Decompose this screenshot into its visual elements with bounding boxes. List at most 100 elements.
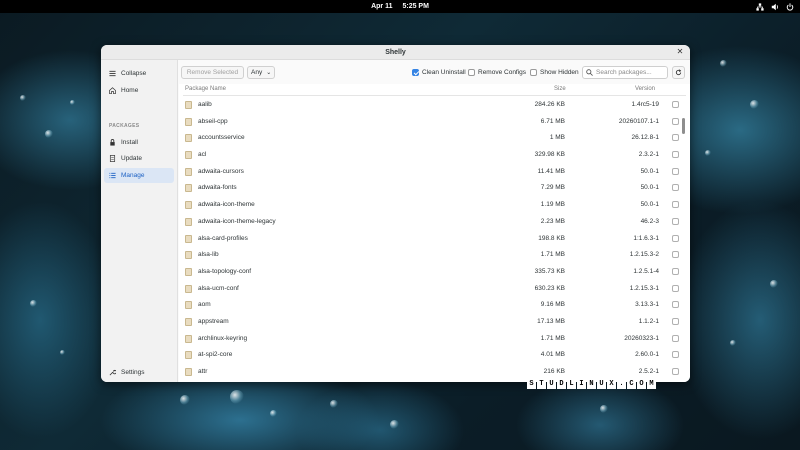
window-title: Shelly (385, 48, 406, 56)
table-row[interactable]: at-spi2-core 4.01 MB 2.60.0-1 (183, 347, 679, 364)
package-icon (185, 101, 192, 109)
row-checkbox[interactable] (672, 251, 679, 259)
system-tray[interactable] (756, 0, 794, 13)
table-header: Package Name Size Version (183, 84, 686, 96)
row-checkbox[interactable] (672, 368, 679, 375)
remove-selected-button[interactable]: Remove Selected (181, 66, 244, 79)
sidebar-item-label: Home (121, 87, 139, 94)
menu-icon (109, 70, 116, 77)
watermark-letter: U (597, 379, 606, 389)
checkbox-label: Remove Configs (478, 69, 527, 76)
table-row[interactable]: alsa-lib 1.71 MB 1.2.15.3-2 (183, 247, 679, 264)
row-checkbox[interactable] (672, 301, 679, 309)
package-icon (185, 217, 192, 226)
table-row[interactable]: appstream 17.13 MB 1.1.2-1 (183, 314, 679, 331)
show-hidden-checkbox[interactable]: Show Hidden (530, 69, 579, 76)
package-version: 1.4rc5-19 (631, 101, 659, 108)
package-size: 7.29 MB (540, 184, 565, 192)
sidebar-item-home[interactable]: Home (104, 83, 174, 98)
table-row[interactable]: alsa-ucm-conf 630.23 KB 1.2.15.3-1 (183, 281, 679, 298)
clock[interactable]: Apr 11 5:25 PM (371, 3, 429, 10)
table-row[interactable]: archlinux-keyring 1.71 MB 20260323-1 (183, 331, 679, 348)
column-header-name[interactable]: Package Name (185, 86, 226, 92)
table-row[interactable]: acl 329.98 KB 2.3.2-1 (183, 147, 679, 164)
filter-dropdown-value: Any (251, 69, 263, 76)
package-icon (185, 267, 192, 276)
package-size: 4.01 MB (540, 351, 565, 359)
package-size: 9.16 MB (540, 301, 565, 309)
package-size: 335.73 KB (534, 267, 565, 275)
row-checkbox[interactable] (672, 334, 679, 342)
row-checkbox[interactable] (672, 317, 679, 325)
row-checkbox[interactable] (672, 217, 679, 225)
package-icon (185, 284, 192, 293)
sidebar-item-settings[interactable]: Settings (104, 365, 174, 380)
main-panel: Remove Selected Any ⌄ Clean Uninstall Re… (179, 60, 690, 382)
title-bar[interactable]: Shelly ✕ (101, 45, 690, 60)
column-header-version[interactable]: Version (635, 86, 655, 92)
checkbox-box[interactable] (468, 69, 475, 76)
row-checkbox[interactable] (672, 267, 679, 275)
row-checkbox[interactable] (672, 351, 679, 359)
volume-icon (771, 3, 778, 10)
table-row[interactable]: aom 9.16 MB 3.13.3-1 (183, 297, 679, 314)
row-checkbox[interactable] (672, 101, 679, 108)
package-version: 1.2.5.1-4 (633, 267, 659, 275)
list-icon (109, 172, 116, 179)
close-icon[interactable]: ✕ (676, 48, 684, 56)
row-checkbox[interactable] (672, 134, 679, 142)
package-version: 46.2-3 (640, 217, 659, 225)
table-body: aalib 284.26 KB 1.4rc5-19 abseil-cpp 6.71 M… (183, 97, 679, 381)
row-checkbox[interactable] (672, 117, 679, 125)
sidebar-item-label: Install (121, 139, 138, 146)
package-version: 3.13.3-1 (635, 301, 659, 309)
row-checkbox[interactable] (672, 184, 679, 192)
package-icon (185, 351, 192, 360)
refresh-button[interactable] (672, 66, 685, 79)
package-name: aom (198, 301, 211, 309)
sidebar-item-manage[interactable]: Manage (104, 168, 174, 183)
package-name: alsa-lib (198, 251, 219, 259)
row-checkbox[interactable] (672, 151, 679, 159)
table-row[interactable]: adwaita-icon-theme-legacy 2.23 MB 46.2-3 (183, 214, 679, 231)
table-row[interactable]: alsa-topology-conf 335.73 KB 1.2.5.1-4 (183, 264, 679, 281)
clean-uninstall-checkbox[interactable]: Clean Uninstall (412, 69, 466, 76)
watermark-letter: X (607, 379, 616, 389)
document-icon (109, 155, 116, 162)
row-checkbox[interactable] (672, 201, 679, 209)
package-icon (185, 184, 192, 193)
column-header-size[interactable]: Size (554, 86, 566, 92)
checkbox-box[interactable] (530, 69, 537, 76)
package-version: 20260323-1 (624, 334, 659, 342)
row-checkbox[interactable] (672, 167, 679, 175)
package-size: 1.19 MB (540, 201, 565, 209)
scrollbar[interactable] (682, 118, 685, 134)
table-row[interactable]: adwaita-cursors 11.41 MB 50.0-1 (183, 164, 679, 181)
packages-table: Package Name Size Version aalib 284.26 KB… (183, 84, 686, 382)
search-input[interactable] (596, 69, 666, 76)
watermark-letter: S (527, 379, 536, 389)
package-icon (185, 301, 192, 310)
sidebar-item-install[interactable]: Install (104, 135, 174, 150)
watermark-letter: I (577, 379, 586, 389)
refresh-icon (675, 69, 682, 76)
table-row[interactable]: accountsservice 1 MB 26.12.8-1 (183, 130, 679, 147)
sidebar-item-collapse[interactable]: Collapse (104, 66, 174, 81)
checkbox-label: Clean Uninstall (422, 69, 466, 76)
search-box[interactable] (582, 66, 668, 79)
table-row[interactable]: alsa-card-profiles 198.8 KB 1:1.6.3-1 (183, 231, 679, 248)
filter-dropdown[interactable]: Any ⌄ (247, 66, 275, 79)
table-row[interactable]: adwaita-fonts 7.29 MB 50.0-1 (183, 180, 679, 197)
table-row[interactable]: adwaita-icon-theme 1.19 MB 50.0-1 (183, 197, 679, 214)
sidebar-item-label: Collapse (121, 70, 147, 77)
table-row[interactable]: abseil-cpp 6.71 MB 20260107.1-1 (183, 114, 679, 131)
row-checkbox[interactable] (672, 234, 679, 242)
remove-configs-checkbox[interactable]: Remove Configs (468, 69, 526, 76)
checkbox-box[interactable] (412, 69, 419, 76)
package-icon (185, 167, 192, 176)
table-row[interactable]: aalib 284.26 KB 1.4rc5-19 (183, 97, 679, 114)
checkbox-label: Show Hidden (540, 69, 579, 76)
sidebar-item-update[interactable]: Update (104, 151, 174, 166)
row-checkbox[interactable] (672, 284, 679, 292)
chevron-down-icon: ⌄ (266, 70, 272, 76)
